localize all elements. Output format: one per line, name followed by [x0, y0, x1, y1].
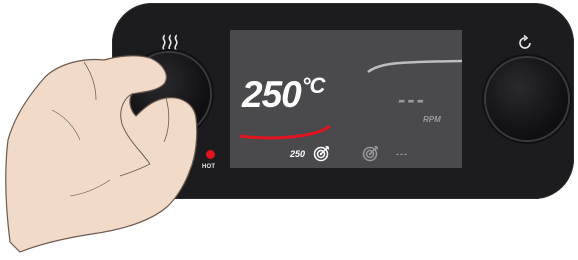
hand [5, 55, 198, 253]
hand-overlay [5, 55, 198, 253]
